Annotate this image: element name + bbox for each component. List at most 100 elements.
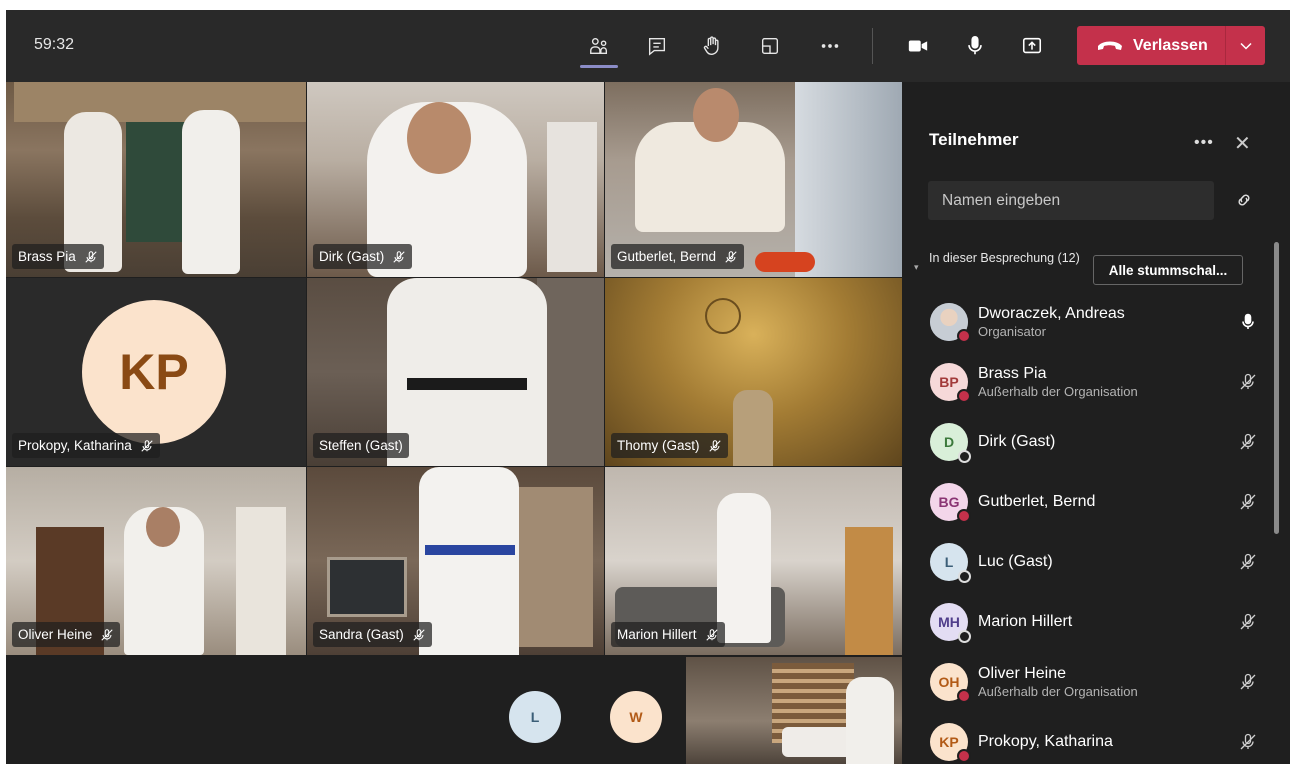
video-tile[interactable]: Dirk (Gast) — [307, 82, 604, 277]
mic-off-icon — [393, 250, 405, 263]
participant-name: Prokopy, Katharina — [18, 438, 132, 453]
ceiling-lamp — [705, 298, 741, 334]
participant-text: Marion Hillert — [978, 613, 1238, 631]
hand-icon — [703, 36, 719, 55]
video-tile[interactable]: Thomy (Gast) — [605, 278, 902, 466]
camera-icon — [908, 40, 928, 52]
person — [717, 493, 771, 643]
avatar-initials: BG — [938, 494, 960, 510]
participant-row[interactable]: KP Prokopy, Katharina — [922, 714, 1262, 764]
video-tile[interactable]: Marion Hillert — [605, 467, 902, 655]
participant-text: Oliver Heine Außerhalb der Organisation — [978, 665, 1238, 699]
video-tile[interactable]: Steffen (Gast) — [307, 278, 604, 466]
avatar-initials: L — [530, 709, 540, 725]
participant-name: Gutberlet, Bernd — [617, 249, 717, 264]
mic-off-icon — [1240, 733, 1256, 750]
person-head — [693, 88, 739, 142]
mute-all-button[interactable]: Alle stummschal... — [1093, 255, 1243, 285]
video-tile[interactable]: Oliver Heine — [6, 467, 306, 655]
avatar-initials: L — [944, 554, 954, 570]
name-tag: Brass Pia — [12, 244, 104, 269]
rooms-button[interactable] — [752, 30, 788, 62]
name-tag: Thomy (Gast) — [611, 433, 728, 458]
raise-hand-button[interactable] — [694, 30, 730, 62]
microphone-icon — [1242, 313, 1254, 329]
participant-row[interactable]: MH Marion Hillert — [922, 594, 1262, 650]
mic-off-icon — [1240, 673, 1256, 690]
video-tile[interactable]: Gutberlet, Bernd — [605, 82, 902, 277]
participants-button[interactable] — [581, 30, 617, 62]
participant-name: Steffen (Gast) — [319, 438, 403, 453]
microphone-icon — [968, 36, 982, 55]
participant-name: Marion Hillert — [617, 627, 697, 642]
avatar: D — [930, 423, 971, 463]
meeting-toolbar: 59:32 Verlassen — [6, 10, 1290, 82]
presence-status-icon — [957, 689, 971, 703]
blue-belt — [425, 545, 515, 555]
overflow-avatar[interactable]: W — [610, 691, 662, 743]
participant-row[interactable]: L Luc (Gast) — [922, 534, 1262, 590]
people-icon — [590, 37, 608, 55]
name-tag: Sandra (Gast) — [313, 622, 432, 647]
mic-off-icon — [1240, 493, 1256, 510]
name-search-input[interactable] — [928, 181, 1214, 220]
chevron-down-icon — [1239, 42, 1252, 50]
participants-panel: Teilnehmer ••• ✕ ▾ In dieser Besprechung… — [904, 82, 1290, 764]
close-icon[interactable]: ✕ — [1234, 131, 1251, 156]
mic-off-icon — [1240, 433, 1256, 450]
mic-off-icon — [141, 439, 153, 452]
scrollbar[interactable] — [1274, 242, 1279, 534]
video-tile[interactable]: Sandra (Gast) — [307, 467, 604, 655]
participant-row[interactable]: Dworaczek, Andreas Organisator — [922, 294, 1262, 350]
panel-more-button[interactable]: ••• — [1194, 134, 1214, 152]
participant-text: Dirk (Gast) — [978, 433, 1238, 451]
wall — [537, 278, 604, 466]
participant-name: Brass Pia — [978, 365, 1047, 382]
overflow-avatar[interactable]: L — [509, 691, 561, 743]
meeting-timer: 59:32 — [34, 36, 75, 53]
leave-options-button[interactable] — [1226, 26, 1265, 65]
name-tag: Steffen (Gast) — [313, 433, 409, 458]
participant-role: Außerhalb der Organisation — [978, 384, 1138, 399]
shelf — [547, 122, 597, 272]
more-actions-button[interactable] — [812, 30, 848, 62]
leave-button[interactable]: Verlassen — [1077, 26, 1265, 65]
presence-status-icon — [958, 570, 971, 583]
participant-name: Prokopy, Katharina — [978, 733, 1113, 750]
participant-row[interactable]: D Dirk (Gast) — [922, 414, 1262, 470]
microphone-button[interactable] — [957, 30, 993, 62]
participant-name: Brass Pia — [18, 249, 76, 264]
self-video-tile[interactable] — [686, 657, 902, 764]
share-screen-button[interactable] — [1014, 30, 1050, 62]
avatar-initials: W — [629, 709, 643, 725]
rooms-icon — [761, 37, 779, 55]
tv — [327, 557, 407, 617]
link-icon[interactable] — [1234, 190, 1254, 210]
participant-row[interactable]: BP Brass Pia Außerhalb der Organisation — [922, 354, 1262, 410]
person — [387, 278, 547, 466]
avatar: MH — [930, 603, 971, 643]
avatar: OH — [930, 663, 971, 703]
mic-off-icon — [1240, 553, 1256, 570]
chair — [755, 252, 815, 272]
participant-text: Prokopy, Katharina — [978, 733, 1238, 751]
video-tile[interactable]: KP Prokopy, Katharina — [6, 278, 306, 466]
chat-button[interactable] — [639, 30, 675, 62]
window — [795, 82, 902, 277]
participant-name: Oliver Heine — [978, 665, 1067, 682]
participant-name: Marion Hillert — [978, 613, 1073, 630]
active-tab-indicator — [580, 65, 618, 68]
participant-name: Dworaczek, Andreas — [978, 305, 1125, 322]
avatar: BP — [930, 363, 971, 403]
participant-row[interactable]: BG Gutberlet, Bernd — [922, 474, 1262, 530]
leave-main[interactable]: Verlassen — [1077, 26, 1225, 65]
video-tile[interactable]: Brass Pia — [6, 82, 306, 277]
mic-off-icon — [101, 628, 113, 641]
section-collapse-icon[interactable]: ▾ — [914, 262, 919, 273]
participant-row[interactable]: OH Oliver Heine Außerhalb der Organisation — [922, 654, 1262, 710]
camera-button[interactable] — [900, 30, 936, 62]
avatar: BG — [930, 483, 971, 523]
participant-role: Organisator — [978, 324, 1046, 339]
person-head — [146, 507, 180, 547]
participant-text: Luc (Gast) — [978, 553, 1238, 571]
